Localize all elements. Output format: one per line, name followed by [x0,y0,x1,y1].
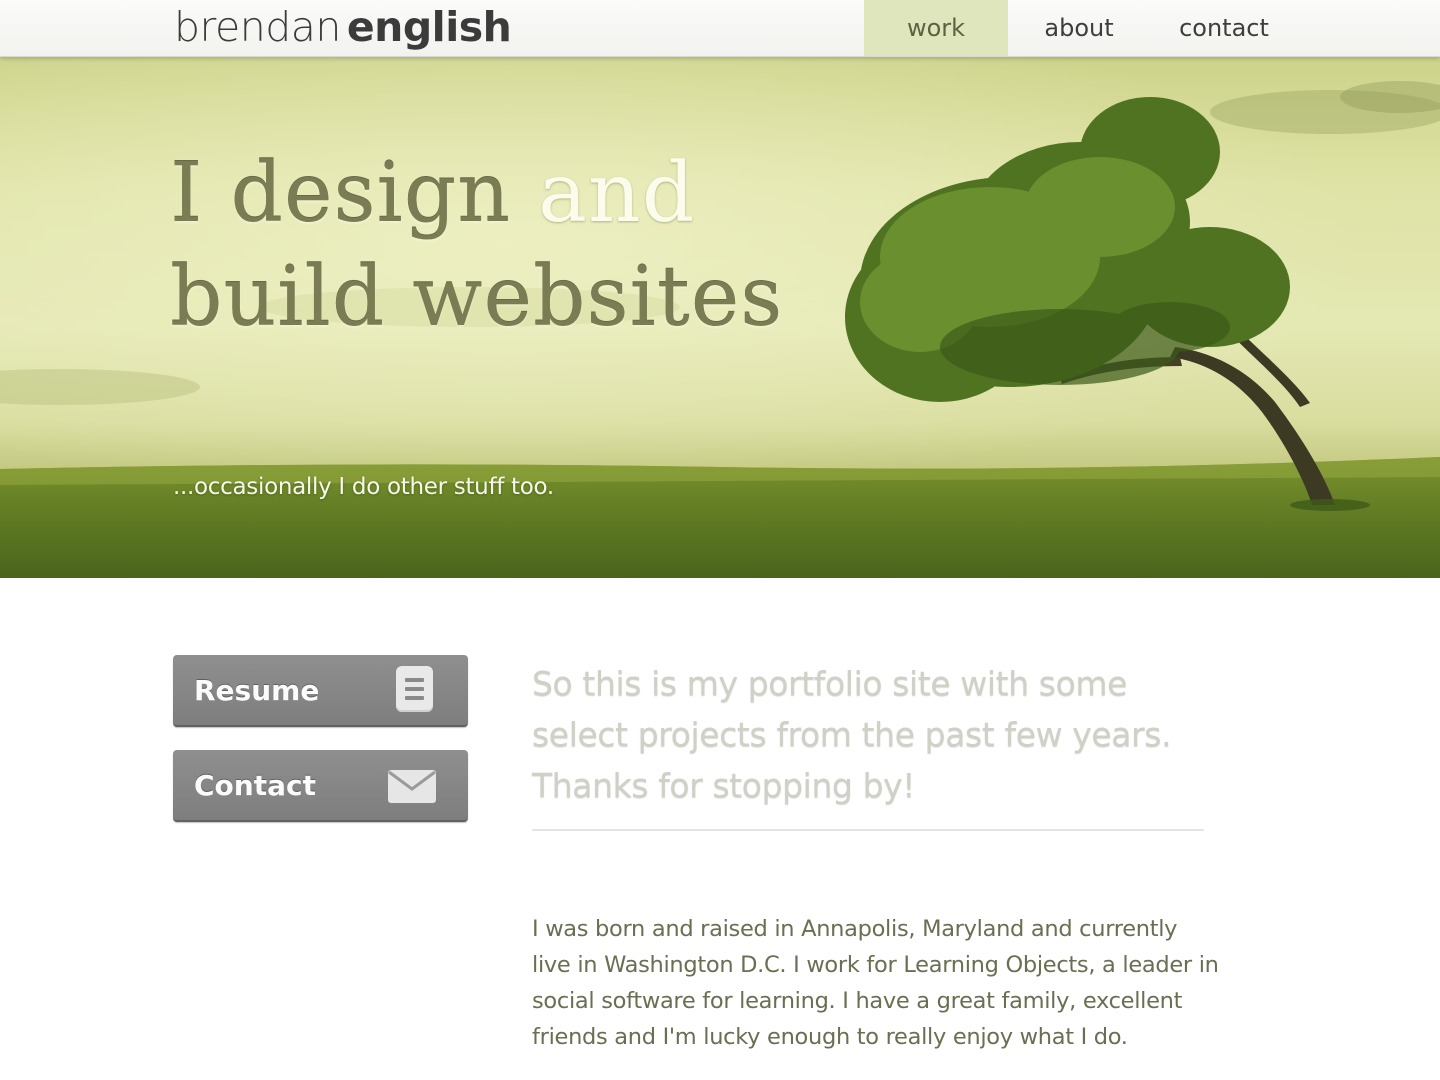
hero-headline: I design and build websites [170,142,783,350]
hero-banner: I design and build websites ...occasiona… [0,57,1440,578]
brand-first-name: brendan [174,3,341,51]
main-nav: work about contact [864,0,1298,56]
nav-about[interactable]: about [1008,0,1150,56]
headline-line1: I design [170,146,512,241]
nav-contact[interactable]: contact [1150,0,1298,56]
envelope-icon [388,770,436,803]
hero-tagline: ...occasionally I do other stuff too. [173,474,554,500]
intro-text: So this is my portfolio site with some s… [532,664,1172,805]
section-divider [532,829,1204,831]
resume-button-label: Resume [194,674,320,707]
resume-button[interactable]: Resume [173,655,468,727]
nav-work[interactable]: work [864,0,1008,56]
document-icon [396,666,433,712]
brand-last-name: english [346,3,512,51]
headline-highlight: and [538,146,696,241]
contact-button[interactable]: Contact [173,750,468,822]
bio-text: I was born and raised in Annapolis, Mary… [532,916,1219,1050]
site-header: brendan english work about contact [0,0,1440,57]
headline-line2: build websites [170,250,784,345]
site-logo[interactable]: brendan english [174,1,512,53]
contact-button-label: Contact [194,769,316,802]
